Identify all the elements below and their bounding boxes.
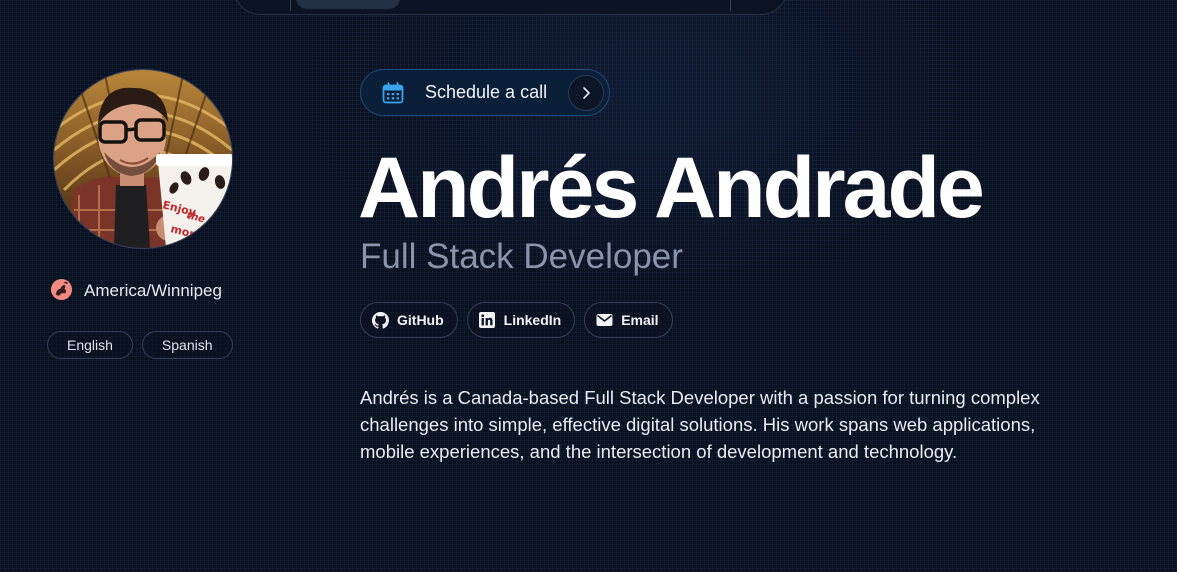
linkedin-label: LinkedIn bbox=[503, 312, 562, 328]
github-label: GitHub bbox=[397, 312, 444, 328]
github-icon bbox=[371, 311, 389, 329]
profile-bio: Andrés is a Canada-based Full Stack Deve… bbox=[360, 387, 1040, 462]
nav-divider bbox=[290, 0, 291, 11]
profile-avatar: Enjoy the mome bbox=[53, 69, 233, 249]
nav-divider bbox=[730, 0, 731, 11]
timezone-location: America/Winnipeg bbox=[50, 278, 222, 305]
language-list: English Spanish bbox=[47, 331, 233, 359]
calendar-icon bbox=[381, 81, 405, 105]
email-icon bbox=[595, 311, 613, 329]
top-navigation-bar bbox=[233, 0, 788, 15]
chevron-right-icon bbox=[568, 75, 604, 111]
globe-icon bbox=[50, 278, 73, 305]
linkedin-link[interactable]: LinkedIn bbox=[466, 302, 576, 338]
nav-active-item[interactable] bbox=[296, 0, 400, 9]
schedule-call-label: Schedule a call bbox=[425, 82, 548, 102]
email-link[interactable]: Email bbox=[584, 302, 673, 338]
timezone-label: America/Winnipeg bbox=[84, 281, 222, 300]
language-badge-spanish: Spanish bbox=[141, 331, 233, 359]
profile-role: Full Stack Developer bbox=[360, 237, 683, 276]
social-links: GitHub LinkedIn Email bbox=[360, 302, 673, 338]
linkedin-icon bbox=[478, 311, 496, 329]
profile-name: Andrés Andrade bbox=[358, 140, 985, 236]
email-label: Email bbox=[621, 312, 659, 328]
github-link[interactable]: GitHub bbox=[360, 302, 458, 338]
language-badge-english: English bbox=[47, 331, 133, 359]
schedule-call-button[interactable]: Schedule a call bbox=[360, 69, 610, 116]
